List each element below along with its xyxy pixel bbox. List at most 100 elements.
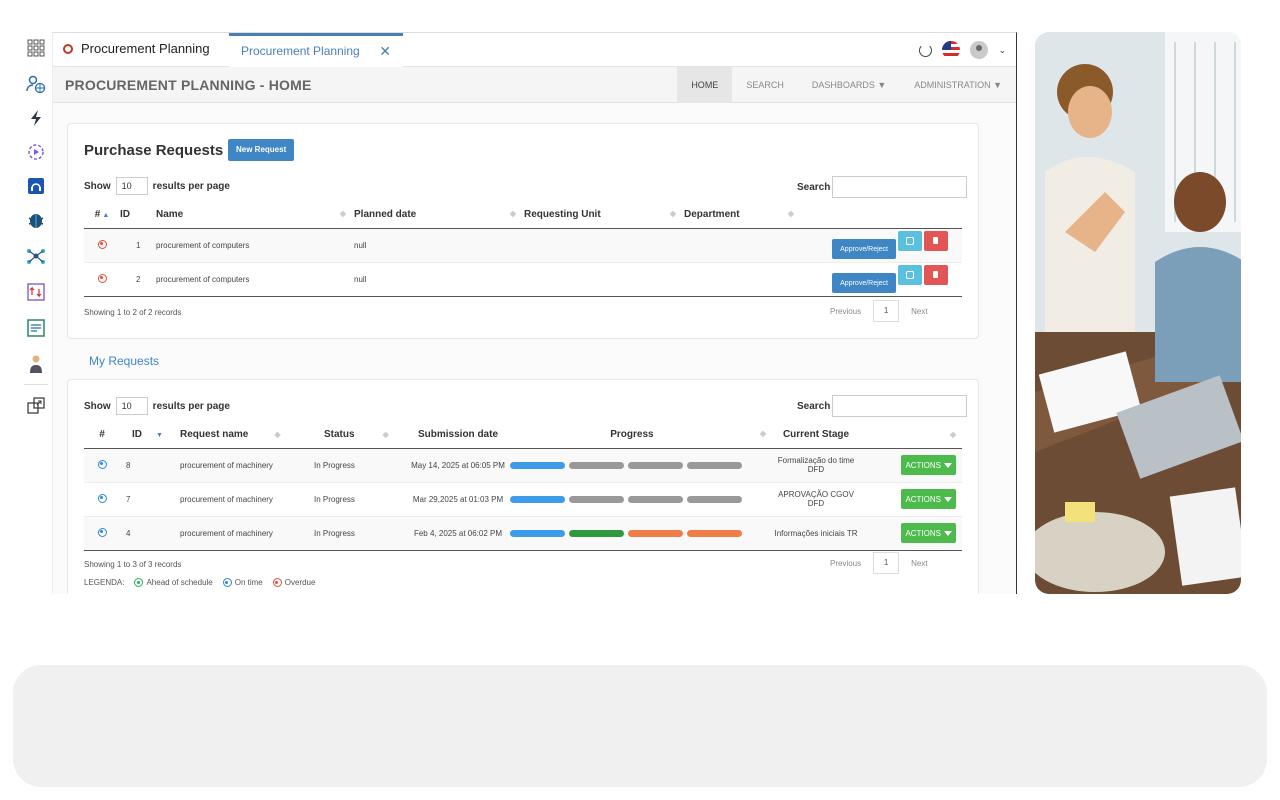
col-request-name[interactable]: Request name ◆ [166,422,314,449]
row-submission-date: Feb 4, 2025 at 06:02 PM [406,516,510,551]
person-tie-icon[interactable] [24,352,48,376]
row-current-stage: Formalização do time DFD [770,448,862,483]
search-input[interactable] [832,176,968,198]
progress-segment [510,461,565,469]
legend-overdue: Overdue [272,578,315,587]
records-info: Showing 1 to 3 of 3 records [84,560,182,569]
previous-button[interactable]: Previous [830,559,861,568]
legend-ahead: Ahead of schedule [134,578,213,587]
delete-button[interactable] [924,264,948,285]
table-row: 4 procurement of machinery In Progress F… [84,516,962,551]
row-id: 7 [120,482,166,517]
lightning-icon[interactable] [24,106,48,130]
col-current-stage[interactable]: Current Stage [770,422,862,449]
delete-button[interactable] [924,230,948,251]
nav-home[interactable]: HOME [677,67,733,103]
col-hash[interactable]: # ▲ [84,202,120,229]
avatar[interactable] [970,41,989,59]
actions-dropdown-button[interactable]: ACTIONS [901,455,956,475]
chevron-down-icon[interactable]: ⌄ [998,45,1006,56]
page-1-button[interactable]: 1 [873,300,900,322]
page-size-select[interactable]: 10 [115,177,148,195]
next-button[interactable]: Next [911,559,927,568]
nav-administration[interactable]: ADMINISTRATION ▼ [900,67,1016,103]
legend-label: LEGENDA: [84,578,125,587]
actions-dropdown-button[interactable]: ACTIONS [901,523,956,543]
external-window-icon[interactable] [24,394,48,418]
pagination: Previous 1 Next [830,552,928,574]
row-planned-date: null [354,262,524,297]
support-icon[interactable] [24,174,48,198]
tab-bar: Procurement Planning Procurement Plannin… [53,33,1016,67]
screen: Procurement Planning Procurement Plannin… [0,0,1280,800]
refresh-icon[interactable] [919,43,933,57]
progress-bar [510,529,770,537]
new-request-button[interactable]: New Request [228,139,295,161]
col-name[interactable]: Name ◆ [156,202,354,229]
row-status: In Progress [314,448,406,483]
network-icon[interactable] [24,244,48,268]
search-input[interactable] [832,395,968,417]
row-request-name: procurement of machinery [166,448,314,483]
app-title: Procurement Planning [63,41,210,56]
bug-icon[interactable] [24,208,48,232]
on-time-icon [222,578,232,587]
col-requesting-unit[interactable]: Requesting Unit ◆ [524,202,684,229]
legend-on-time: On time [222,578,263,587]
overdue-icon [272,578,282,587]
progress-segment [628,529,683,537]
search-label: Search [797,181,831,193]
col-hash[interactable]: # [84,422,120,449]
next-button[interactable]: Next [911,307,927,316]
page-title: PROCUREMENT PLANNING - HOME [65,77,312,93]
row-id: 8 [120,448,166,483]
row-submission-date: Mar 29,2025 at 01:03 PM [406,482,510,517]
search-control: Search [797,395,968,417]
users-globe-icon[interactable] [24,72,48,96]
row-id: 1 [120,228,156,263]
col-department[interactable]: Department ◆ [684,202,802,229]
page-1-button[interactable]: 1 [873,552,900,574]
chart-arrows-icon[interactable] [24,280,48,304]
row-request-name: procurement of machinery [166,482,314,517]
document-list-icon[interactable] [24,316,48,340]
col-status[interactable]: Status ◆ [314,422,406,449]
approve-reject-button[interactable]: Approve/Reject [832,239,896,260]
team-photo [1035,32,1241,594]
edit-button[interactable] [898,230,922,251]
progress-segment [569,495,624,503]
overdue-status-icon [97,273,107,283]
row-current-stage: Informações iniciais TR [770,516,862,551]
nav-search[interactable]: SEARCH [732,67,798,103]
row-id: 4 [120,516,166,551]
col-progress[interactable]: Progress ◆ [510,422,770,449]
progress-segment [687,529,742,537]
us-flag-icon[interactable] [942,41,961,59]
gear-play-icon[interactable] [24,140,48,164]
approve-reject-button[interactable]: Approve/Reject [832,273,896,294]
col-submission-date[interactable]: Submission date [406,422,510,449]
close-icon[interactable]: ✕ [379,43,391,60]
col-id[interactable]: ID ▼ [120,422,166,449]
actions-dropdown-button[interactable]: ACTIONS [901,489,956,509]
row-current-stage: APROVAÇÃO CGOV DFD [770,482,862,517]
previous-button[interactable]: Previous [830,307,861,316]
toolbar-right: ⌄ [919,41,1006,59]
bottom-panel [13,665,1267,787]
page-size-select[interactable]: 10 [115,397,148,415]
row-status: In Progress [314,516,406,551]
row-name: procurement of computers [156,228,354,263]
progress-segment [569,529,624,537]
tab-procurement-planning[interactable]: Procurement Planning ✕ [229,33,403,67]
row-request-name: procurement of machinery [166,516,314,551]
edit-button[interactable] [898,264,922,285]
show-label: Show [84,400,111,412]
pagination: Previous 1 Next [830,300,928,322]
col-actions[interactable]: ◆ [862,422,962,449]
nav-dashboards[interactable]: DASHBOARDS ▼ [798,67,900,103]
col-planned-date[interactable]: Planned date ◆ [354,202,524,229]
app-grid-icon[interactable] [24,36,48,60]
col-id[interactable]: ID [120,202,156,229]
table-header-row: # ▲ ID Name ◆ Planned date ◆ Requesting Uni… [84,202,962,229]
purchase-requests-panel: Purchase Requests New Request Show 10 re… [67,123,979,339]
